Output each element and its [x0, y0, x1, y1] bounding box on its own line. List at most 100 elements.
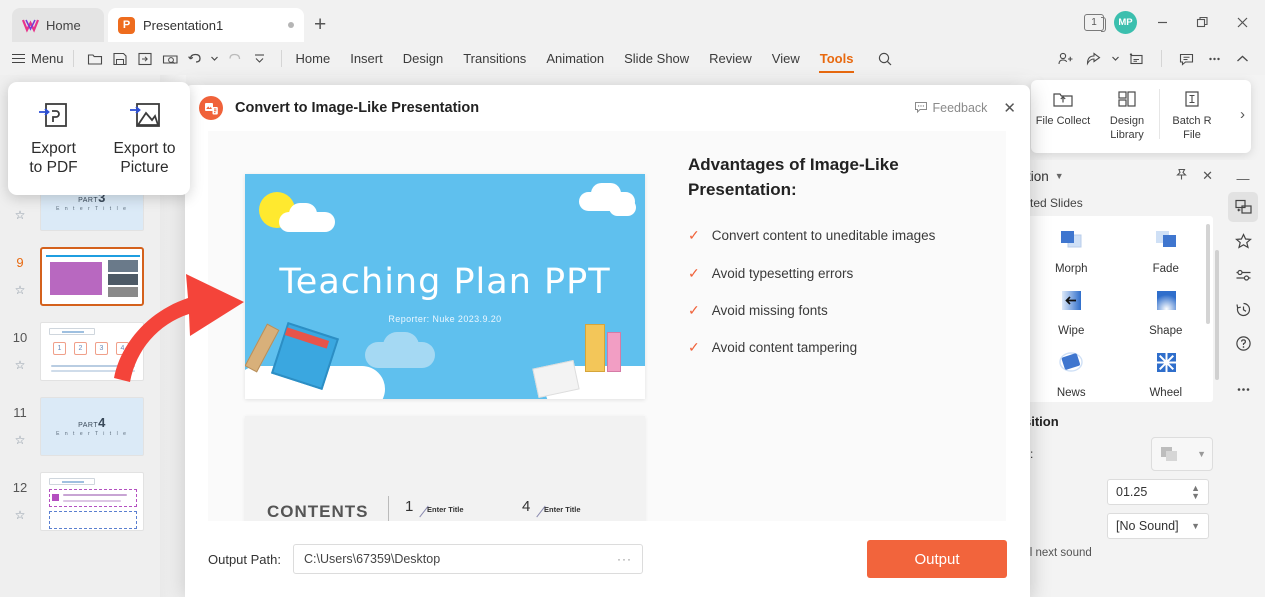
divider	[1161, 50, 1162, 67]
design-library-label-1: Design	[1110, 115, 1144, 129]
advantages-heading: Advantages of Image-Like Presentation:	[688, 153, 988, 202]
slide-thumbnail[interactable]	[40, 472, 144, 531]
thumb-header-box	[49, 478, 95, 485]
new-comment-icon[interactable]	[1124, 48, 1149, 70]
ribbon-tab-design[interactable]: Design	[402, 48, 444, 69]
slide-transition-icon[interactable]	[1228, 192, 1258, 222]
ribbon-tab-view[interactable]: View	[771, 48, 801, 69]
thumbnail-row-9[interactable]: 9 ☆	[0, 247, 160, 317]
slide-thumbnail[interactable]: PART4 E n t e r T i t l e	[40, 397, 144, 456]
transition-effect-wipe[interactable]: Wipe	[1024, 288, 1119, 350]
export-picture-icon	[126, 96, 164, 134]
wps-presentation-window: Home P Presentation1 + 1 MP	[0, 0, 1265, 597]
redo-icon[interactable]	[222, 48, 247, 70]
batch-rename-button[interactable]: Batch R File	[1160, 86, 1224, 143]
thumbnail-meta: 10 ☆	[0, 322, 40, 372]
output-path-input[interactable]: C:\Users\67359\Desktop ···	[293, 544, 643, 574]
save-as-icon[interactable]	[133, 48, 158, 70]
export-popup-menu: Exportto PDF Export toPicture	[8, 82, 190, 195]
thumbnail-row-10[interactable]: 10 ☆ 1 2 3 4	[0, 322, 160, 392]
restore-button[interactable]	[1187, 9, 1217, 35]
export-to-pdf-button[interactable]: Exportto PDF	[8, 82, 99, 195]
transition-effect-wheel[interactable]: Wheel	[1119, 350, 1214, 412]
ribbon-tab-insert[interactable]: Insert	[349, 48, 384, 69]
transition-effect-news[interactable]: News	[1024, 350, 1119, 412]
slide-thumbnail[interactable]: 1 2 3 4	[40, 322, 144, 381]
export-to-picture-button[interactable]: Export toPicture	[99, 82, 190, 195]
transition-effects-grid[interactable]: Morph Fade Wipe Shape	[1024, 216, 1213, 402]
output-button[interactable]: Output	[867, 540, 1007, 578]
ribbon-tab-home[interactable]: Home	[295, 48, 332, 69]
duration-input[interactable]: 01.25 ▲▼	[1107, 479, 1209, 505]
ribbon-tab-review[interactable]: Review	[708, 48, 753, 69]
transition-pane-scrollbar[interactable]	[1215, 250, 1219, 380]
file-collect-button[interactable]: File Collect	[1031, 86, 1095, 129]
transition-effect-fade[interactable]: Fade	[1119, 226, 1214, 288]
history-icon[interactable]	[1228, 294, 1258, 324]
effects-scrollbar[interactable]	[1206, 224, 1210, 324]
print-preview-icon[interactable]	[158, 48, 183, 70]
transition-effect-morph[interactable]: Morph	[1024, 226, 1119, 288]
ribbon-tab-animation[interactable]: Animation	[545, 48, 605, 69]
open-folder-icon[interactable]	[83, 48, 108, 70]
collapse-pane-button[interactable]: —	[1228, 168, 1258, 188]
effect-options-dropdown[interactable]: ▼	[1151, 437, 1213, 471]
transition-effect-shape[interactable]: Shape	[1119, 288, 1214, 350]
contents-item-label: Enter Title	[427, 505, 464, 514]
slide-animation-star-icon: ☆	[0, 358, 40, 372]
thumbnail-row-12[interactable]: 12 ☆	[0, 472, 160, 542]
slide-animation-star-icon: ☆	[0, 433, 40, 447]
advantage-label: Avoid missing fonts	[712, 303, 828, 318]
cloud-graphic	[609, 199, 636, 216]
ribbon-tab-tools[interactable]: Tools	[819, 48, 855, 69]
ribbon-tab-slide-show[interactable]: Slide Show	[623, 48, 690, 69]
undo-dropdown-icon[interactable]	[208, 48, 222, 70]
chevron-down-icon[interactable]	[1109, 48, 1121, 70]
ribbon-tab-transitions[interactable]: Transitions	[462, 48, 527, 69]
slide-thumbnail-selected[interactable]	[40, 247, 144, 306]
fade-icon	[1149, 226, 1183, 260]
contents-item-label: Enter Title	[544, 505, 581, 514]
slide-animation-star-icon: ☆	[0, 283, 40, 297]
export-pdf-label: Exportto PDF	[29, 139, 77, 178]
help-icon[interactable]	[1228, 328, 1258, 358]
divider	[281, 50, 282, 67]
more-icon[interactable]	[1228, 374, 1258, 404]
menu-button[interactable]: Menu	[12, 51, 64, 66]
share-user-icon[interactable]	[1053, 48, 1078, 70]
collapse-ribbon-icon[interactable]	[1230, 48, 1255, 70]
window-count-badge[interactable]: 1	[1084, 14, 1104, 31]
more-icon[interactable]	[1202, 48, 1227, 70]
dialog-title: Convert to Image-Like Presentation	[235, 100, 479, 116]
minimize-button[interactable]	[1147, 9, 1177, 35]
sound-dropdown[interactable]: [No Sound] ▼	[1107, 513, 1209, 539]
save-icon[interactable]	[108, 48, 133, 70]
settings-sliders-icon[interactable]	[1228, 260, 1258, 290]
transition-pane-close-button[interactable]: ✕	[1202, 168, 1213, 184]
thumbnail-row-11[interactable]: 11 ☆ PART4 E n t e r T i t l e	[0, 397, 160, 467]
pin-icon[interactable]	[1175, 168, 1188, 184]
new-tab-button[interactable]: +	[314, 15, 326, 35]
transition-pane-subtitle: cted Slides	[1016, 192, 1221, 216]
dialog-close-button[interactable]: ✕	[1003, 99, 1016, 117]
tools-overflow-chevron-icon[interactable]: ›	[1240, 106, 1245, 123]
chevron-down-icon[interactable]: ▼	[1055, 171, 1064, 181]
morph-icon	[1054, 226, 1088, 260]
comment-icon[interactable]	[1174, 48, 1199, 70]
feedback-label: Feedback	[933, 101, 988, 115]
browse-button[interactable]: ···	[617, 552, 632, 566]
search-icon[interactable]	[872, 48, 897, 70]
advantage-label: Convert content to uneditable images	[712, 228, 936, 243]
avatar[interactable]: MP	[1114, 11, 1137, 34]
document-tab[interactable]: P Presentation1	[108, 8, 304, 42]
star-effects-icon[interactable]	[1228, 226, 1258, 256]
spinner-icon[interactable]: ▲▼	[1191, 484, 1200, 500]
tools-ribbon-group: File Collect Design Library Batch R File…	[1031, 80, 1251, 153]
close-button[interactable]	[1227, 9, 1257, 35]
share-icon[interactable]	[1081, 48, 1106, 70]
feedback-button[interactable]: Feedback	[914, 100, 988, 117]
customize-quick-access-icon[interactable]	[247, 48, 272, 70]
design-library-button[interactable]: Design Library	[1095, 86, 1159, 143]
home-tab[interactable]: Home	[12, 8, 104, 42]
undo-icon[interactable]	[183, 48, 208, 70]
